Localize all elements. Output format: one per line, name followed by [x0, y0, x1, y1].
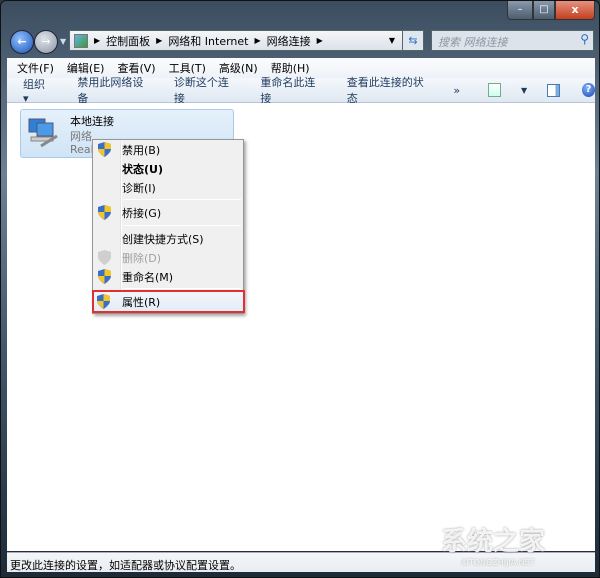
back-button[interactable]: ←	[10, 30, 34, 54]
chevron-right-icon[interactable]: ▶	[156, 36, 162, 45]
chevron-right-icon[interactable]: ▶	[317, 36, 323, 45]
shield-icon	[98, 142, 111, 157]
search-input[interactable]: 搜索 网络连接 ⚲	[431, 30, 594, 51]
view-status-button[interactable]: 查看此连接的状态	[347, 74, 428, 106]
diagnose-button[interactable]: 诊断这个连接	[174, 74, 234, 106]
rename-button[interactable]: 重命名此连接	[260, 74, 320, 106]
more-commands-button[interactable]: »	[453, 84, 460, 97]
chevron-right-icon[interactable]: ▶	[255, 36, 261, 45]
close-button[interactable]: x	[555, 1, 595, 20]
view-dropdown-icon[interactable]: ▼	[521, 86, 527, 95]
menu-item-create-shortcut[interactable]: 创建快捷方式(S)	[95, 229, 241, 248]
shield-icon	[98, 250, 111, 265]
refresh-button[interactable]: ⇆	[402, 30, 424, 51]
menu-item-delete: 删除(D)	[95, 248, 241, 267]
connection-network: 网络	[70, 130, 92, 143]
context-menu: 禁用(B) 状态(U) 诊断(I) 桥接(G) 创建快捷方式(S) 删除(D) …	[92, 139, 245, 314]
shield-icon	[98, 269, 111, 284]
menu-item-properties[interactable]: 属性(R)	[92, 290, 245, 313]
breadcrumb-network-connections[interactable]: 网络连接	[267, 33, 311, 49]
connection-adapter: Real	[70, 143, 94, 156]
address-bar[interactable]: ▶ 控制面板 ▶ 网络和 Internet ▶ 网络连接 ▶ ▼	[69, 30, 424, 51]
watermark-logo: 系统之家 XITONGZHIJIA.NET	[441, 527, 546, 567]
recent-pages-dropdown[interactable]: ▼	[60, 37, 66, 46]
chevron-right-icon[interactable]: ▶	[94, 36, 100, 45]
breadcrumb-network-internet[interactable]: 网络和 Internet	[168, 33, 248, 49]
disable-device-button[interactable]: 禁用此网络设备	[77, 74, 148, 106]
address-dropdown-icon[interactable]: ▼	[389, 36, 395, 45]
search-icon[interactable]: ⚲	[580, 32, 589, 46]
help-icon[interactable]: ?	[582, 83, 595, 97]
menu-separator	[123, 225, 241, 226]
control-panel-icon	[74, 33, 88, 48]
organize-button[interactable]: 组织 ▾	[23, 76, 51, 105]
connection-name: 本地连接	[70, 115, 114, 128]
preview-pane-icon[interactable]	[547, 83, 561, 97]
breadcrumb-control-panel[interactable]: 控制面板	[106, 33, 150, 49]
menu-item-disable[interactable]: 禁用(B)	[95, 140, 241, 159]
forward-button[interactable]: →	[34, 30, 58, 54]
menu-file[interactable]: 文件(F)	[17, 60, 54, 76]
minimize-button[interactable]: –	[507, 1, 533, 20]
shield-icon	[98, 205, 111, 220]
menu-item-status[interactable]: 状态(U)	[95, 159, 241, 178]
maximize-button[interactable]: □	[533, 1, 555, 20]
menu-item-diagnose[interactable]: 诊断(I)	[95, 178, 241, 197]
command-bar: 组织 ▾ 禁用此网络设备 诊断这个连接 重命名此连接 查看此连接的状态 » ▼ …	[7, 76, 595, 105]
menu-item-rename[interactable]: 重命名(M)	[95, 267, 241, 286]
shield-icon	[97, 294, 110, 309]
menu-separator	[123, 199, 241, 200]
explorer-window: – □ x ← → ▼ ▶ 控制面板 ▶ 网络和 Internet ▶ 网络连接…	[0, 0, 600, 578]
network-adapter-icon	[28, 118, 58, 148]
menu-item-bridge[interactable]: 桥接(G)	[95, 203, 241, 222]
search-placeholder: 搜索 网络连接	[438, 36, 508, 49]
menu-separator	[123, 288, 241, 289]
change-view-icon[interactable]	[488, 83, 502, 97]
